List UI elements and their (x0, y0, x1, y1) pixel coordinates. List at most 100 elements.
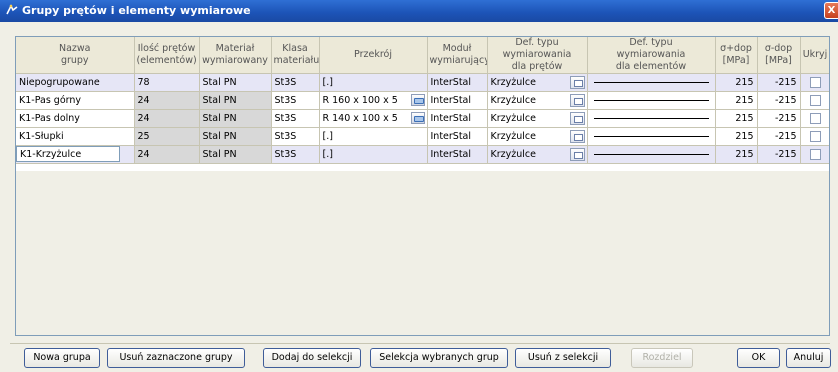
hide-cell (800, 73, 829, 92)
element-type[interactable] (587, 145, 716, 164)
empty-line (593, 154, 709, 155)
type-definition-icon[interactable] (569, 94, 585, 107)
sigma-minus[interactable]: -215 (757, 109, 801, 128)
material-class[interactable]: St3S (271, 127, 320, 146)
table-row[interactable]: K1-Słupki 25 Stal PN St3S [.] InterStal … (16, 127, 829, 146)
bar-count: 24 (134, 109, 200, 128)
empty-line (593, 118, 709, 119)
type-definition-icon[interactable] (569, 112, 585, 125)
element-type[interactable] (587, 109, 716, 128)
element-type[interactable] (587, 73, 716, 92)
sigma-minus[interactable]: -215 (757, 127, 801, 146)
select-groups-button[interactable]: Selekcja wybranych grup (370, 348, 508, 368)
bar-count: 78 (134, 73, 200, 92)
header-sigma-minus[interactable]: σ-dop [MPa] (757, 37, 801, 74)
new-group-button[interactable]: Nowa grupa (24, 348, 100, 368)
window-title: Grupy prętów i elementy wymiarowe (22, 4, 251, 17)
material-class[interactable]: St3S (271, 109, 320, 128)
header-name[interactable]: Nazwa grupy (16, 37, 135, 74)
sigma-minus[interactable]: -215 (757, 145, 801, 164)
empty-line (593, 136, 709, 137)
add-to-selection-button[interactable]: Dodaj do selekcji (263, 348, 361, 368)
sigma-plus[interactable]: 215 (715, 73, 758, 92)
sigma-minus[interactable]: -215 (757, 73, 801, 92)
header-class[interactable]: Klasa materiału (271, 37, 320, 74)
section[interactable]: [.] (319, 127, 428, 146)
table-row[interactable]: K1-Krzyżulce 24 Stal PN St3S [.] InterSt… (16, 145, 829, 164)
group-name-editor[interactable]: K1-Krzyżulce (16, 145, 135, 164)
title-bar[interactable]: Grupy prętów i elementy wymiarowe X (0, 0, 838, 22)
cancel-button[interactable]: Anuluj (786, 348, 831, 368)
type-definition-icon[interactable] (569, 76, 585, 89)
table-row[interactable]: Niepogrupowane 78 Stal PN St3S [.] Inter… (16, 73, 829, 92)
group-name[interactable]: K1-Pas górny (16, 91, 135, 110)
sigma-minus[interactable]: -215 (757, 91, 801, 110)
bar-type[interactable]: Krzyżulce (487, 91, 588, 110)
element-type[interactable] (587, 127, 716, 146)
type-definition-icon[interactable] (569, 148, 585, 161)
material[interactable]: Stal PN (199, 91, 272, 110)
material-class[interactable]: St3S (271, 91, 320, 110)
hide-checkbox[interactable] (809, 149, 821, 160)
header-element-type[interactable]: Def. typu wymiarowania dla elementów (587, 37, 716, 74)
module[interactable]: InterStal (427, 91, 488, 110)
sigma-plus[interactable]: 215 (715, 91, 758, 110)
material-class[interactable]: St3S (271, 145, 320, 164)
hide-cell (800, 91, 829, 110)
material-class[interactable]: St3S (271, 73, 320, 92)
hide-checkbox[interactable] (809, 113, 821, 124)
module[interactable]: InterStal (427, 73, 488, 92)
material[interactable]: Stal PN (199, 145, 272, 164)
group-name-input[interactable]: K1-Krzyżulce (16, 146, 120, 162)
header-sigma-plus[interactable]: σ+dop [MPa] (715, 37, 758, 74)
close-icon[interactable]: X (824, 2, 838, 19)
module[interactable]: InterStal (427, 127, 488, 146)
ok-button[interactable]: OK (737, 348, 780, 368)
bar-count: 24 (134, 145, 200, 164)
hide-cell (800, 145, 829, 164)
header-bar-type[interactable]: Def. typu wymiarowania dla prętów (487, 37, 588, 74)
header-count[interactable]: Ilość prętów (elementów) (134, 37, 200, 74)
empty-line (593, 100, 709, 101)
split-button[interactable]: Rozdziel (631, 348, 693, 368)
material[interactable]: Stal PN (199, 127, 272, 146)
bar-type[interactable]: Krzyżulce (487, 109, 588, 128)
section[interactable]: [.] (319, 73, 428, 92)
table-row[interactable]: K1-Pas górny 24 Stal PN St3S R 160 x 100… (16, 91, 829, 110)
remove-from-selection-button[interactable]: Usuń z selekcji (515, 348, 611, 368)
groups-table: Nazwa grupy Ilość prętów (elementów) Mater… (15, 36, 830, 336)
section[interactable]: R 160 x 100 x 5 (319, 91, 428, 110)
bar-count: 24 (134, 91, 200, 110)
bar-type[interactable]: Krzyżulce (487, 145, 588, 164)
group-name[interactable]: K1-Pas dolny (16, 109, 135, 128)
module[interactable]: InterStal (427, 145, 488, 164)
element-type[interactable] (587, 91, 716, 110)
section-picker-icon[interactable] (410, 112, 425, 124)
hide-checkbox[interactable] (809, 131, 821, 142)
material[interactable]: Stal PN (199, 73, 272, 92)
delete-selected-groups-button[interactable]: Usuń zaznaczone grupy (107, 348, 245, 368)
group-name[interactable]: K1-Słupki (16, 127, 135, 146)
section[interactable]: [.] (319, 145, 428, 164)
module[interactable]: InterStal (427, 109, 488, 128)
bar-type[interactable]: Krzyżulce (487, 127, 588, 146)
sigma-plus[interactable]: 215 (715, 127, 758, 146)
header-material[interactable]: Materiał wymiarowany (199, 37, 272, 74)
bar-count: 25 (134, 127, 200, 146)
hide-checkbox[interactable] (809, 95, 821, 106)
section[interactable]: R 140 x 100 x 5 (319, 109, 428, 128)
sigma-plus[interactable]: 215 (715, 109, 758, 128)
hide-checkbox[interactable] (809, 77, 821, 88)
material[interactable]: Stal PN (199, 109, 272, 128)
header-hide[interactable]: Ukryj (800, 37, 829, 74)
hide-cell (800, 109, 829, 128)
bar-type[interactable]: Krzyżulce (487, 73, 588, 92)
type-definition-icon[interactable] (569, 130, 585, 143)
header-module[interactable]: Moduł wymiarujący (427, 37, 488, 74)
header-section[interactable]: Przekrój (319, 37, 428, 74)
section-picker-icon[interactable] (410, 94, 425, 106)
sigma-plus[interactable]: 215 (715, 145, 758, 164)
table-row[interactable]: K1-Pas dolny 24 Stal PN St3S R 140 x 100… (16, 109, 829, 128)
group-name[interactable]: Niepogrupowane (16, 73, 135, 92)
app-icon (6, 4, 18, 15)
